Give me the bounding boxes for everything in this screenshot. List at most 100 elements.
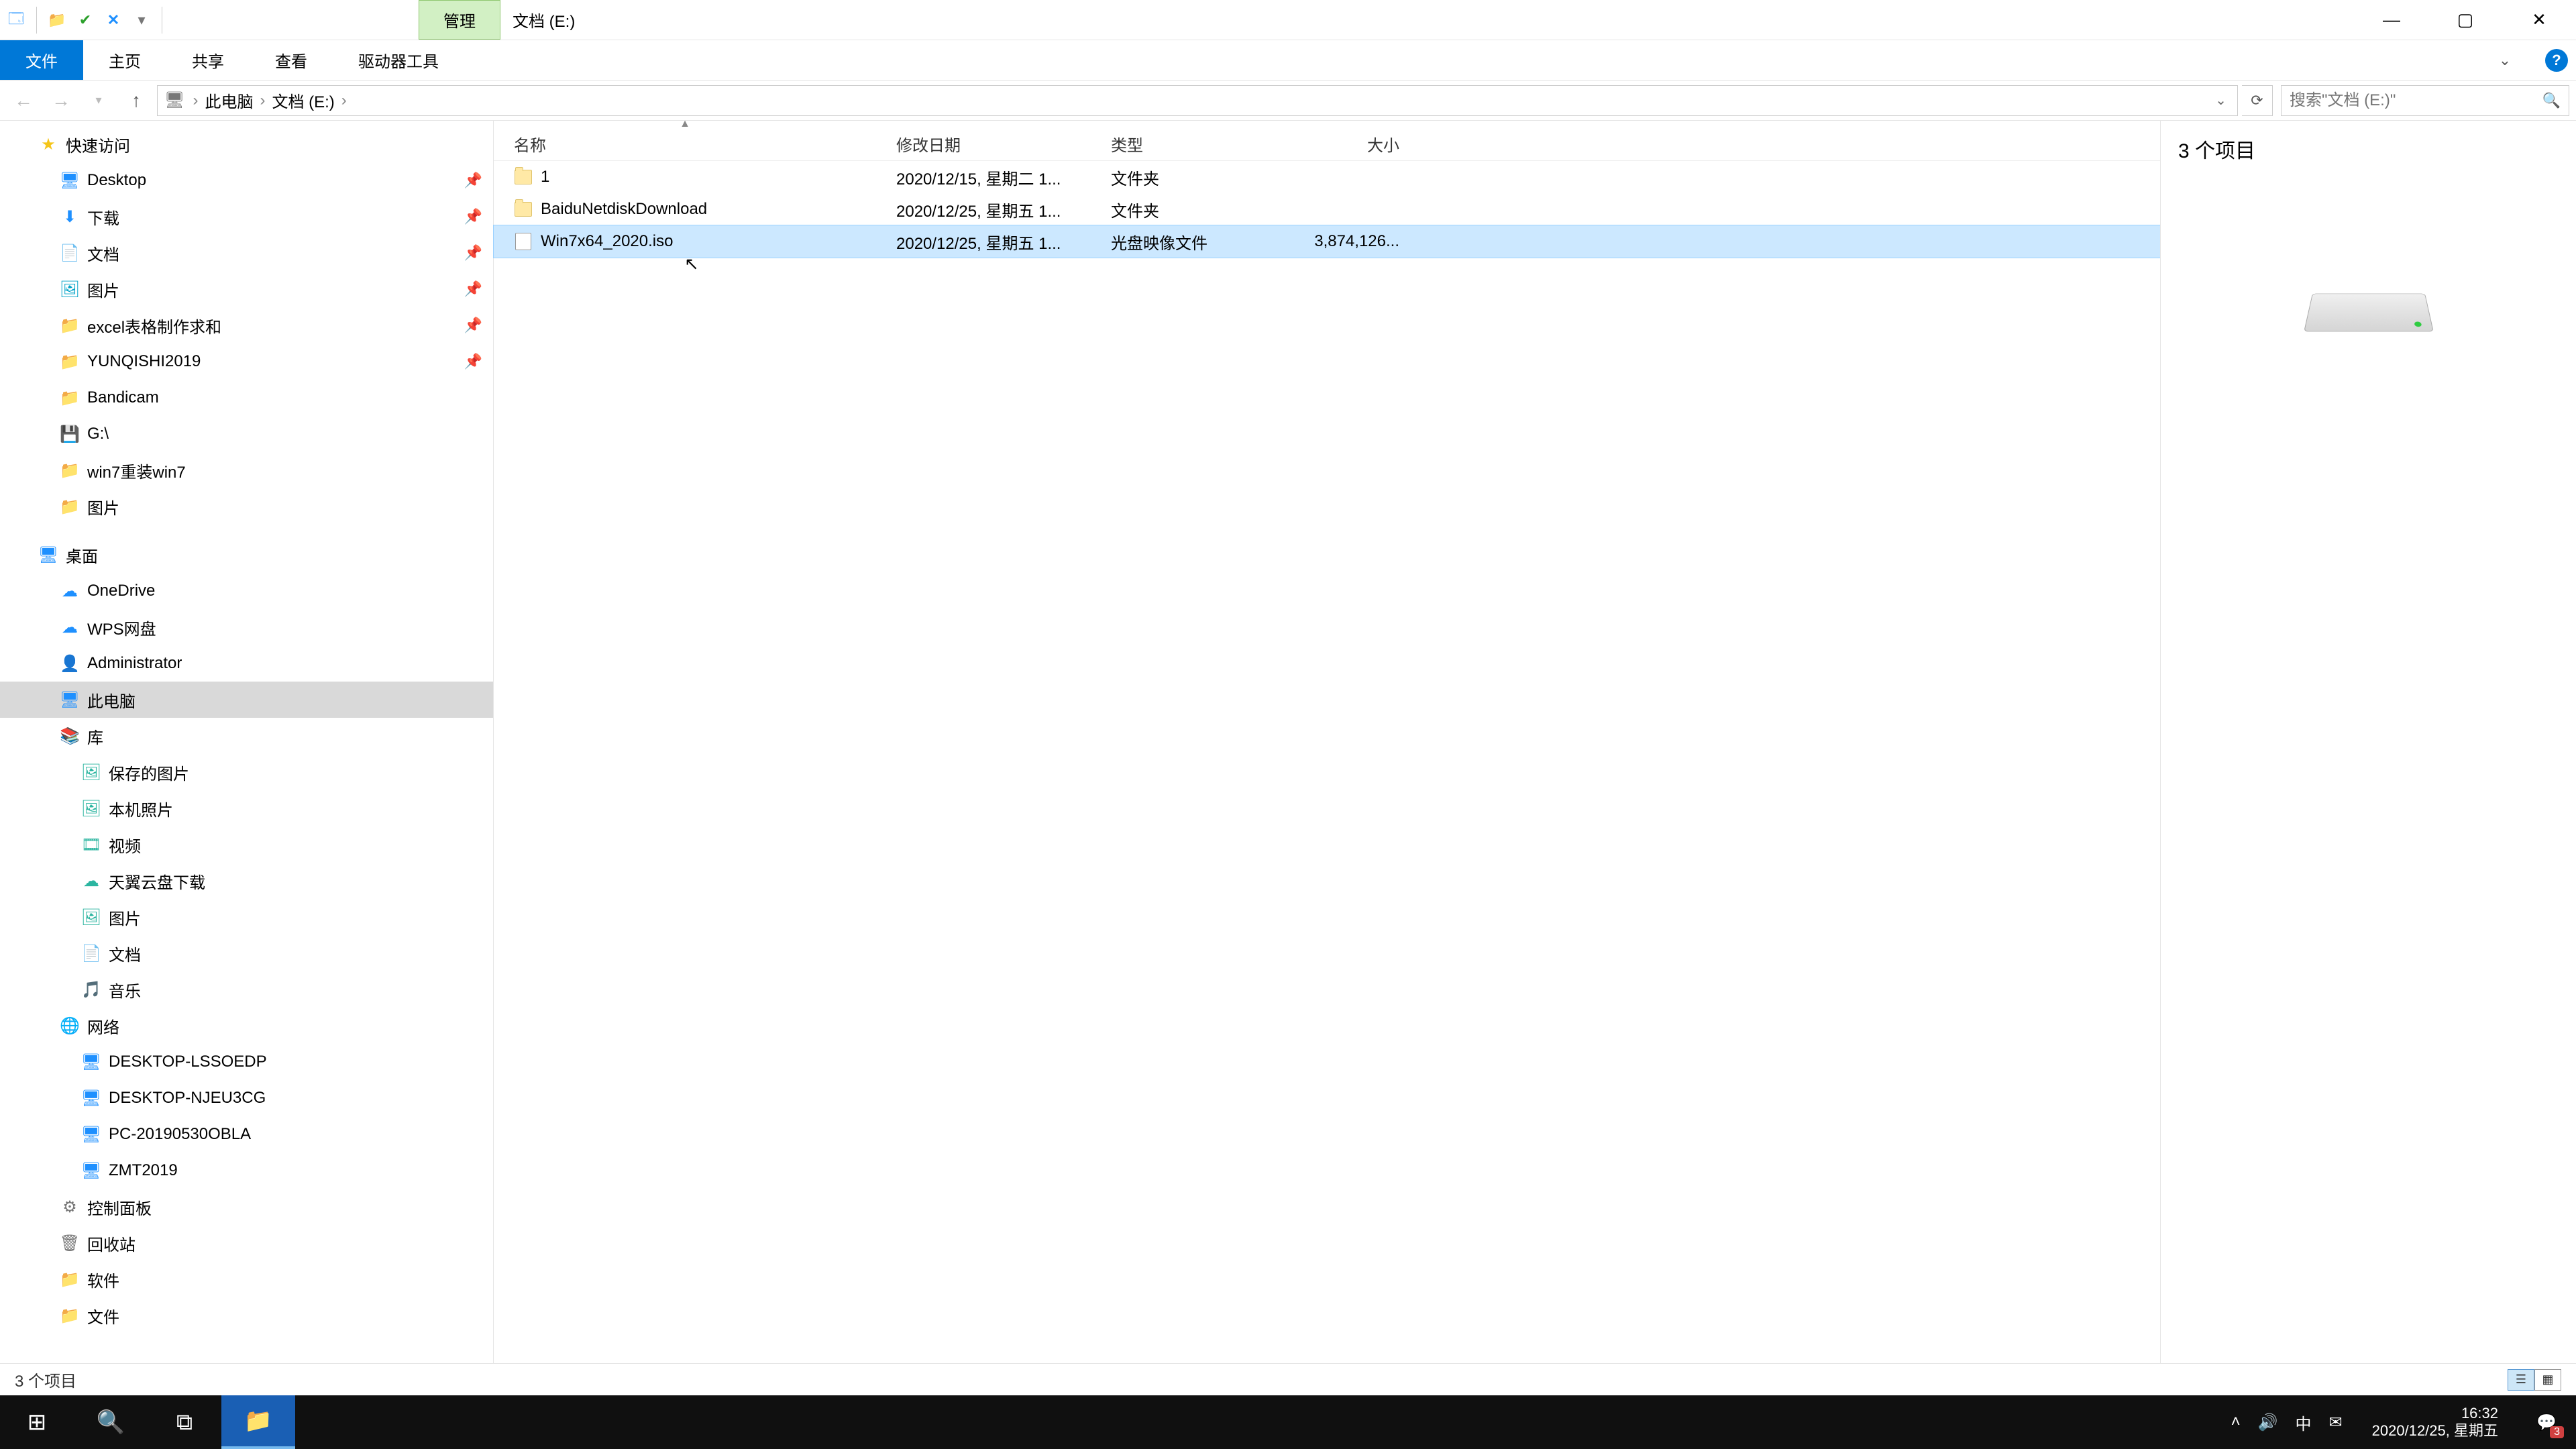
search-box[interactable]: 🔍: [2281, 85, 2569, 116]
file-row[interactable]: BaiduNetdiskDownload 2020/12/25, 星期五 1..…: [494, 193, 2160, 225]
tab-view[interactable]: 查看: [250, 40, 333, 80]
chevron-right-icon[interactable]: ›: [257, 91, 268, 110]
folder-icon[interactable]: 📁: [46, 9, 68, 31]
col-name[interactable]: 名称: [514, 132, 896, 156]
tree-software[interactable]: 📁 软件: [0, 1261, 493, 1297]
tree-library-item[interactable]: 🖼 保存的图片: [0, 754, 493, 790]
tree-network-host[interactable]: 🖥 ZMT2019: [0, 1152, 493, 1189]
tree-recycle-bin[interactable]: 🗑 回收站: [0, 1225, 493, 1261]
tree-library-item[interactable]: 🎵 音乐: [0, 971, 493, 1008]
file-name: Win7x64_2020.iso: [541, 232, 673, 251]
tree-control-panel[interactable]: ⚙ 控制面板: [0, 1189, 493, 1225]
file-date: 2020/12/25, 星期五 1...: [896, 198, 1111, 221]
tree-network[interactable]: 🌐 网络: [0, 1008, 493, 1044]
tree-qa-item[interactable]: 📁 win7重装win7: [0, 452, 493, 488]
task-view-button[interactable]: ⧉: [148, 1395, 221, 1449]
tree-onedrive[interactable]: ☁ OneDrive: [0, 573, 493, 609]
tree-label: Bandicam: [87, 388, 159, 407]
help-icon[interactable]: ?: [2545, 49, 2568, 72]
forward-button[interactable]: →: [44, 85, 78, 116]
file-list[interactable]: ▲ 名称 修改日期 类型 大小 1 2020/12/15, 星期二 1... 文…: [494, 121, 2160, 1363]
check-icon[interactable]: ✔: [74, 9, 96, 31]
ime-indicator[interactable]: 中: [2296, 1411, 2312, 1434]
delete-icon[interactable]: ✕: [103, 9, 124, 31]
recent-locations-button[interactable]: ▾: [82, 85, 115, 116]
contextual-tab-manage[interactable]: 管理: [419, 0, 500, 40]
tree-qa-item[interactable]: 💾 G:\: [0, 416, 493, 452]
file-row[interactable]: Win7x64_2020.iso 2020/12/25, 星期五 1... 光盘…: [494, 225, 2160, 258]
tree-qa-item[interactable]: 🖼 图片 📌: [0, 271, 493, 307]
tree-qa-item[interactable]: 📁 excel表格制作求和 📌: [0, 307, 493, 343]
refresh-button[interactable]: ⟳: [2242, 85, 2273, 116]
tree-label: 下载: [87, 205, 119, 229]
clock-time: 16:32: [2372, 1405, 2498, 1422]
tab-share[interactable]: 共享: [166, 40, 250, 80]
tree-library-item[interactable]: 📄 文档: [0, 935, 493, 971]
tree-qa-item[interactable]: 📁 图片: [0, 488, 493, 525]
tree-this-pc[interactable]: 🖥 此电脑: [0, 682, 493, 718]
tree-network-host[interactable]: 🖥 DESKTOP-LSSOEDP: [0, 1044, 493, 1080]
col-date[interactable]: 修改日期: [896, 132, 1111, 156]
chevron-right-icon[interactable]: ›: [339, 91, 350, 110]
tab-file[interactable]: 文件: [0, 40, 83, 80]
tree-docs[interactable]: 📁 文件: [0, 1297, 493, 1334]
file-type: 文件夹: [1111, 198, 1285, 221]
tree-network-host[interactable]: 🖥 PC-20190530OBLA: [0, 1116, 493, 1152]
pc-icon: 🖥: [59, 689, 80, 710]
tree-library-item[interactable]: 🎞 视频: [0, 826, 493, 863]
breadcrumb-root[interactable]: 此电脑: [201, 89, 257, 112]
tree-libraries[interactable]: 📚 库: [0, 718, 493, 754]
search-button[interactable]: 🔍: [74, 1395, 148, 1449]
tree-qa-item[interactable]: 📁 Bandicam: [0, 380, 493, 416]
file-icon: [515, 233, 531, 250]
tree-quick-access[interactable]: ★ 快速访问: [0, 126, 493, 162]
mail-icon[interactable]: ✉: [2329, 1413, 2343, 1432]
ribbon-expand-button[interactable]: ⌄: [2485, 40, 2525, 80]
tree-wps[interactable]: ☁ WPS网盘: [0, 609, 493, 645]
col-size[interactable]: 大小: [1285, 132, 1399, 156]
back-button[interactable]: ←: [7, 85, 40, 116]
maximize-button[interactable]: ▢: [2428, 0, 2502, 40]
tree-label: Administrator: [87, 654, 182, 673]
tree-library-item[interactable]: ☁ 天翼云盘下载: [0, 863, 493, 899]
tree-desktop[interactable]: 🖥 桌面: [0, 537, 493, 573]
tree-library-item[interactable]: 🖼 图片: [0, 899, 493, 935]
address-history-button[interactable]: ⌄: [2211, 92, 2231, 109]
item-icon: 🖼: [80, 761, 102, 783]
tree-library-item[interactable]: 🖼 本机照片: [0, 790, 493, 826]
tree-network-host[interactable]: 🖥 DESKTOP-NJEU3CG: [0, 1080, 493, 1116]
action-center-button[interactable]: 💬 3: [2528, 1403, 2565, 1441]
address-bar[interactable]: 🖥 › 此电脑 › 文档 (E:) › ⌄: [157, 85, 2238, 116]
close-button[interactable]: ✕: [2502, 0, 2576, 40]
minimize-button[interactable]: —: [2355, 0, 2428, 40]
star-icon: ★: [38, 133, 59, 155]
search-input[interactable]: [2290, 91, 2542, 110]
tree-qa-item[interactable]: 🖥 Desktop 📌: [0, 162, 493, 199]
tab-home[interactable]: 主页: [83, 40, 166, 80]
nav-tree[interactable]: ★ 快速访问 🖥 Desktop 📌 ⬇ 下载 📌 📄 文档 📌 🖼 图片 📌 …: [0, 121, 494, 1363]
details-view-button[interactable]: ☰: [2508, 1369, 2534, 1391]
file-date: 2020/12/25, 星期五 1...: [896, 230, 1111, 254]
tab-drive-tools[interactable]: 驱动器工具: [333, 40, 464, 80]
search-icon[interactable]: 🔍: [2542, 92, 2561, 109]
thumbnails-view-button[interactable]: ▦: [2534, 1369, 2561, 1391]
item-icon: ⬇: [59, 206, 80, 227]
tree-qa-item[interactable]: 📁 YUNQISHI2019 📌: [0, 343, 493, 380]
taskbar-explorer[interactable]: 📁: [221, 1395, 295, 1449]
start-button[interactable]: ⊞: [0, 1395, 74, 1449]
up-button[interactable]: ↑: [119, 85, 153, 116]
more-icon[interactable]: ▾: [131, 9, 152, 31]
clock[interactable]: 16:32 2020/12/25, 星期五: [2360, 1405, 2510, 1440]
tray-chevron-icon[interactable]: ˄: [2231, 1413, 2241, 1432]
chevron-right-icon[interactable]: ›: [190, 91, 201, 110]
file-name: BaiduNetdiskDownload: [541, 200, 707, 219]
cloud-icon: ☁: [59, 580, 80, 602]
col-type[interactable]: 类型: [1111, 132, 1285, 156]
file-row[interactable]: 1 2020/12/15, 星期二 1... 文件夹: [494, 161, 2160, 193]
volume-icon[interactable]: 🔊: [2258, 1413, 2278, 1432]
tree-qa-item[interactable]: ⬇ 下载 📌: [0, 199, 493, 235]
breadcrumb-loc[interactable]: 文档 (E:): [268, 89, 338, 112]
tree-admin[interactable]: 👤 Administrator: [0, 645, 493, 682]
item-icon: 🎞: [80, 834, 102, 855]
tree-qa-item[interactable]: 📄 文档 📌: [0, 235, 493, 271]
